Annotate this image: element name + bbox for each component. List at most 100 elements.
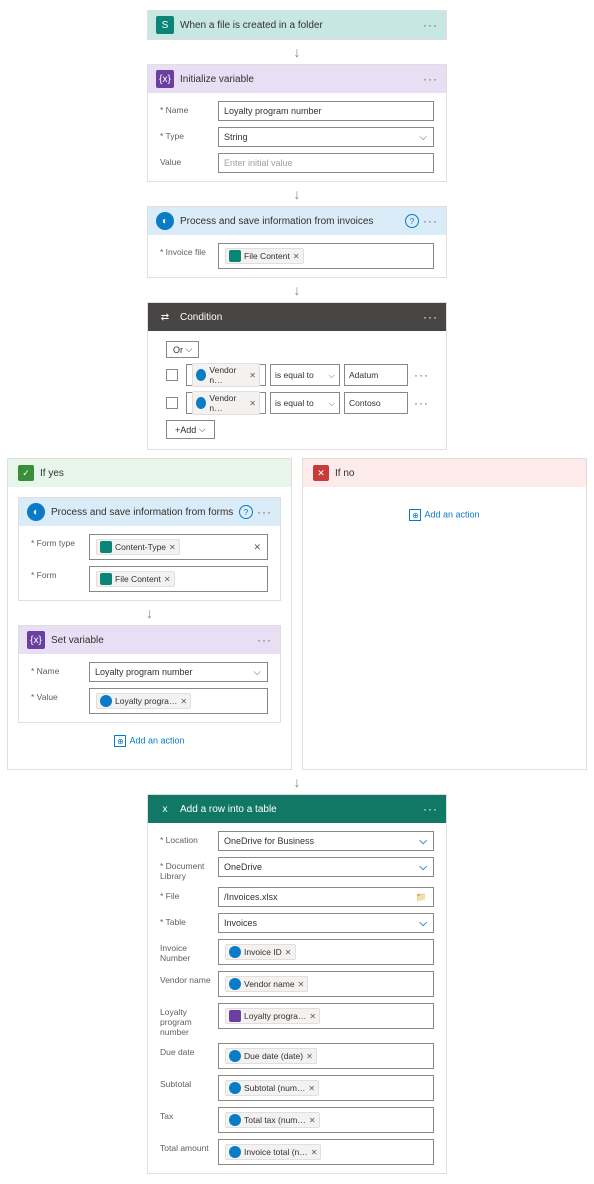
- field-input[interactable]: Due date (date)✕: [218, 1043, 434, 1069]
- type-label: Type: [160, 127, 218, 141]
- or-selector[interactable]: Or ⌵: [166, 341, 199, 358]
- excel-field-row: Invoice Number Invoice ID✕: [160, 939, 434, 965]
- menu-icon[interactable]: ···: [257, 505, 272, 519]
- if-no-branch: ✕ If no ⊕Add an action: [302, 458, 587, 770]
- add-row-card: x Add a row into a table ··· LocationOne…: [147, 794, 447, 1174]
- add-icon: ⊕: [409, 509, 421, 521]
- menu-icon[interactable]: ···: [423, 310, 438, 324]
- excel-field-row: Total amount Invoice total (n…✕: [160, 1139, 434, 1165]
- excel-field-row: Due date Due date (date)✕: [160, 1043, 434, 1069]
- row-checkbox[interactable]: [166, 397, 178, 409]
- trigger-card[interactable]: S When a file is created in a folder ···: [147, 10, 447, 40]
- card-header[interactable]: ◐ Process and save information from invo…: [148, 207, 446, 235]
- dynamic-token[interactable]: Invoice total (n…✕: [225, 1144, 321, 1160]
- type-select[interactable]: String: [218, 127, 434, 147]
- file-select[interactable]: /Invoices.xlsx: [218, 887, 434, 907]
- arrow-down-icon: ↓: [0, 40, 594, 64]
- arrow-down-icon: ↓: [0, 182, 594, 206]
- set-variable-card: {x} Set variable ··· Name Loyalty progra…: [18, 625, 281, 723]
- sharepoint-icon: S: [156, 16, 174, 34]
- row-menu-icon[interactable]: ···: [414, 368, 429, 382]
- excel-icon: x: [156, 800, 174, 818]
- help-icon[interactable]: ?: [405, 214, 419, 228]
- menu-icon[interactable]: ···: [423, 802, 438, 816]
- menu-icon[interactable]: ···: [423, 18, 438, 32]
- name-label: Name: [160, 101, 218, 115]
- excel-field-row: SubtotalSubtotal (num…✕: [160, 1075, 434, 1101]
- table-select[interactable]: Invoices: [218, 913, 434, 933]
- condition-row: Vendor n…✕ is equal to Contoso ···: [166, 392, 432, 414]
- variable-icon: {x}: [27, 631, 45, 649]
- condition-card: ⇄ Condition ··· Or ⌵ Vendor n…✕ is equal…: [147, 302, 447, 450]
- ai-builder-icon: ◐: [27, 503, 45, 521]
- excel-field-row: Loyalty program number Loyalty progra…✕: [160, 1003, 434, 1037]
- form-input[interactable]: File Content✕: [89, 566, 268, 592]
- branch-header[interactable]: ✕ If no: [303, 459, 586, 487]
- help-icon[interactable]: ?: [239, 505, 253, 519]
- dynamic-token[interactable]: Due date (date)✕: [225, 1048, 317, 1064]
- field-input[interactable]: Invoice total (n…✕: [218, 1139, 434, 1165]
- field-input[interactable]: Total tax (num…✕: [218, 1107, 434, 1133]
- field-input[interactable]: Invoice ID✕: [218, 939, 434, 965]
- field-input[interactable]: Loyalty progra…✕: [218, 1003, 434, 1029]
- ai-builder-icon: ◐: [156, 212, 174, 230]
- library-select[interactable]: OneDrive: [218, 857, 434, 877]
- menu-icon[interactable]: ···: [257, 633, 272, 647]
- card-header[interactable]: {x} Set variable ···: [19, 626, 280, 654]
- process-invoices-card: ◐ Process and save information from invo…: [147, 206, 447, 278]
- variable-icon: {x}: [156, 70, 174, 88]
- file-input[interactable]: File Content✕: [218, 243, 434, 269]
- menu-icon[interactable]: ···: [423, 72, 438, 86]
- process-forms-card: ◐ Process and save information from form…: [18, 497, 281, 601]
- arrow-down-icon: ↓: [7, 770, 587, 794]
- field-input[interactable]: Subtotal (num…✕: [218, 1075, 434, 1101]
- name-select[interactable]: Loyalty program number: [89, 662, 268, 682]
- operator-select[interactable]: is equal to: [270, 364, 340, 386]
- left-operand[interactable]: Vendor n…✕: [186, 392, 266, 414]
- dynamic-token[interactable]: Loyalty progra…✕: [225, 1008, 320, 1024]
- add-action-link[interactable]: ⊕Add an action: [313, 497, 576, 533]
- branch-header[interactable]: ✓ If yes: [8, 459, 291, 487]
- row-checkbox[interactable]: [166, 369, 178, 381]
- file-label: Invoice file: [160, 243, 218, 257]
- row-menu-icon[interactable]: ···: [414, 396, 429, 410]
- check-icon: ✓: [18, 465, 34, 481]
- field-label: Loyalty program number: [160, 1003, 218, 1037]
- value-label: Value: [160, 153, 218, 167]
- card-header[interactable]: ◐ Process and save information from form…: [19, 498, 280, 526]
- add-condition-button[interactable]: + Add ⌵: [166, 420, 215, 439]
- excel-field-row: Vendor nameVendor name✕: [160, 971, 434, 997]
- arrow-down-icon: ↓: [18, 601, 281, 625]
- dynamic-token[interactable]: Subtotal (num…✕: [225, 1080, 319, 1096]
- right-operand[interactable]: Contoso: [344, 392, 408, 414]
- dynamic-token[interactable]: Invoice ID✕: [225, 944, 296, 960]
- trigger-title: When a file is created in a folder: [180, 20, 423, 31]
- field-label: Due date: [160, 1043, 218, 1057]
- form-type-input[interactable]: Content-Type✕: [89, 534, 268, 560]
- operator-select[interactable]: is equal to: [270, 392, 340, 414]
- file-content-token[interactable]: File Content✕: [225, 248, 304, 264]
- field-input[interactable]: Vendor name✕: [218, 971, 434, 997]
- location-select[interactable]: OneDrive for Business: [218, 831, 434, 851]
- menu-icon[interactable]: ···: [423, 214, 438, 228]
- excel-field-row: Tax Total tax (num…✕: [160, 1107, 434, 1133]
- card-header[interactable]: x Add a row into a table ···: [148, 795, 446, 823]
- right-operand[interactable]: Adatum: [344, 364, 408, 386]
- field-label: Invoice Number: [160, 939, 218, 963]
- card-header[interactable]: {x} Initialize variable ···: [148, 65, 446, 93]
- card-header[interactable]: ⇄ Condition ···: [148, 303, 446, 331]
- if-yes-branch: ✓ If yes ◐ Process and save information …: [7, 458, 292, 770]
- dynamic-token[interactable]: Vendor name✕: [225, 976, 308, 992]
- arrow-down-icon: ↓: [0, 278, 594, 302]
- condition-icon: ⇄: [156, 308, 174, 326]
- dynamic-token[interactable]: Total tax (num…✕: [225, 1112, 320, 1128]
- name-input[interactable]: Loyalty program number: [218, 101, 434, 121]
- value-input[interactable]: Loyalty progra…✕: [89, 688, 268, 714]
- field-label: Tax: [160, 1107, 218, 1121]
- cross-icon: ✕: [313, 465, 329, 481]
- left-operand[interactable]: Vendor n…✕: [186, 364, 266, 386]
- condition-row: Vendor n…✕ is equal to Adatum ···: [166, 364, 432, 386]
- field-label: Total amount: [160, 1139, 218, 1153]
- add-action-link[interactable]: ⊕Add an action: [18, 723, 281, 759]
- value-input[interactable]: Enter initial value: [218, 153, 434, 173]
